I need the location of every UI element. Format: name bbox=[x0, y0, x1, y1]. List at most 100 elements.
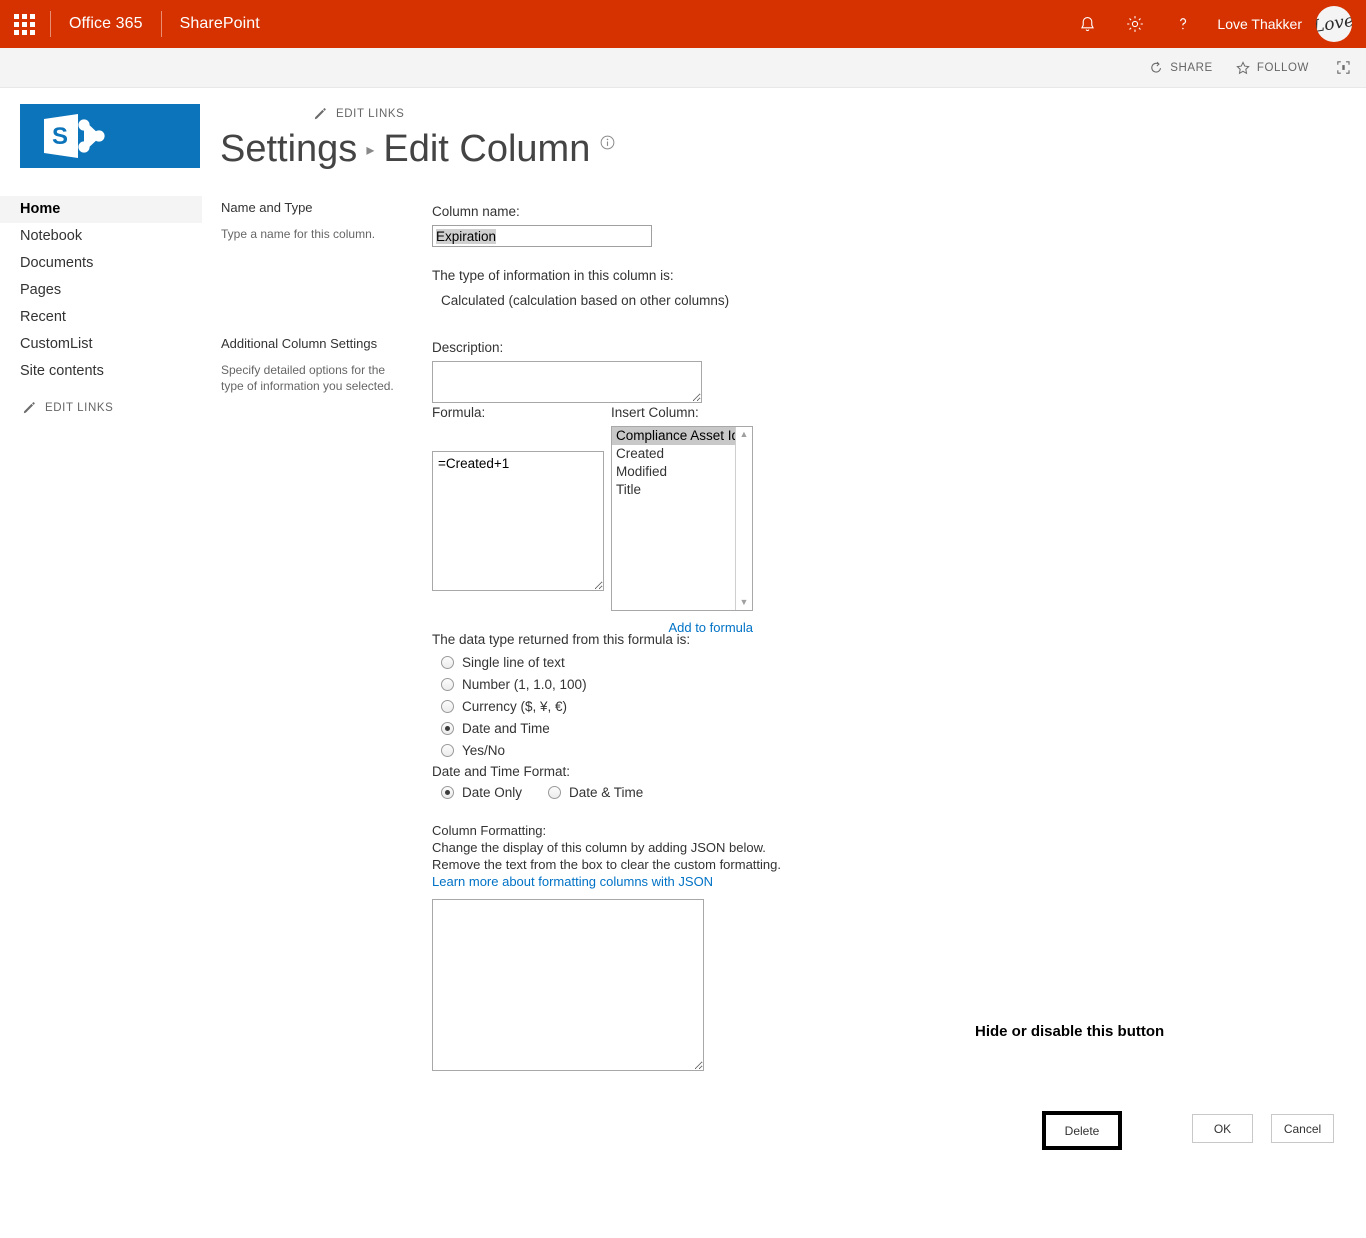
column-type-label: The type of information in this column i… bbox=[432, 268, 674, 283]
main-edit-links-label: EDIT LINKS bbox=[336, 108, 405, 120]
section-description: Type a name for this column. bbox=[221, 227, 376, 241]
list-item[interactable]: Title bbox=[612, 481, 735, 499]
insert-column-listbox[interactable]: Compliance Asset Id Created Modified Tit… bbox=[611, 426, 753, 611]
sharepoint-logo[interactable]: S bbox=[20, 104, 200, 168]
radio-icon bbox=[441, 677, 454, 691]
sharepoint-app-label[interactable]: SharePoint bbox=[164, 0, 276, 48]
breadcrumb-separator: ▸ bbox=[366, 142, 375, 159]
sidebar-edit-links-button[interactable]: EDIT LINKS bbox=[0, 401, 202, 415]
radio-currency[interactable]: Currency ($, ¥, €) bbox=[441, 695, 690, 717]
radio-label: Currency ($, ¥, €) bbox=[462, 698, 568, 714]
sidebar-item-pages[interactable]: Pages bbox=[0, 277, 202, 304]
radio-label: Date & Time bbox=[569, 784, 644, 800]
radio-label: Date Only bbox=[462, 784, 523, 800]
list-item[interactable]: Modified bbox=[612, 463, 735, 481]
share-icon bbox=[1151, 61, 1162, 73]
data-type-label: The data type returned from this formula… bbox=[432, 632, 691, 647]
radio-single-line-of-text[interactable]: Single line of text bbox=[441, 651, 690, 673]
breadcrumb-settings[interactable]: Settings bbox=[220, 130, 357, 168]
description-field-group: Description: bbox=[432, 340, 702, 403]
column-name-field-group: Column name: Expiration bbox=[432, 204, 652, 247]
listbox-scrollbar[interactable]: ▲ ▼ bbox=[735, 427, 752, 610]
date-format-label: Date and Time Format: bbox=[432, 764, 571, 779]
sidebar-item-notebook[interactable]: Notebook bbox=[0, 223, 202, 250]
radio-icon bbox=[441, 699, 454, 713]
svg-text:S: S bbox=[52, 123, 68, 150]
sidebar-item-documents[interactable]: Documents bbox=[0, 250, 202, 277]
main-content: EDIT LINKS Settings ▸ Edit Column bbox=[220, 104, 1320, 168]
list-item[interactable]: Created bbox=[612, 445, 735, 463]
insert-column-label: Insert Column: bbox=[611, 405, 699, 420]
radio-icon-selected bbox=[441, 785, 454, 799]
ok-button[interactable]: OK bbox=[1192, 1114, 1253, 1143]
data-type-group: The data type returned from this formula… bbox=[432, 632, 690, 761]
gear-icon[interactable] bbox=[1111, 0, 1159, 48]
delete-button[interactable]: Delete bbox=[1046, 1115, 1118, 1146]
sidebar-item-label: Site contents bbox=[20, 363, 104, 379]
suite-divider bbox=[50, 11, 51, 37]
formula-textarea[interactable] bbox=[432, 451, 604, 591]
follow-button[interactable]: FOLLOW bbox=[1235, 60, 1309, 76]
column-type-group: The type of information in this column i… bbox=[432, 268, 729, 308]
share-button[interactable]: SHARE bbox=[1149, 60, 1213, 75]
section-description: Specify detailed options for the type of… bbox=[221, 363, 394, 393]
sidebar-item-label: Pages bbox=[20, 282, 62, 298]
insert-column-options: Compliance Asset Id Created Modified Tit… bbox=[612, 427, 739, 610]
office-365-brand[interactable]: Office 365 bbox=[53, 0, 159, 48]
pencil-icon bbox=[314, 108, 326, 120]
radio-yes-no[interactable]: Yes/No bbox=[441, 739, 690, 761]
formula-field-group: Formula: bbox=[432, 405, 604, 591]
sidebar-item-label: Notebook bbox=[20, 228, 83, 244]
radio-number[interactable]: Number (1, 1.0, 100) bbox=[441, 673, 690, 695]
radio-label: Number (1, 1.0, 100) bbox=[462, 676, 587, 692]
annotation-text: Hide or disable this button bbox=[975, 1023, 1165, 1040]
formula-label: Formula: bbox=[432, 405, 486, 420]
description-textarea[interactable] bbox=[432, 361, 702, 403]
section-title: Name and Type bbox=[221, 200, 313, 215]
column-name-input[interactable]: Expiration bbox=[432, 225, 652, 247]
scroll-up-icon[interactable]: ▲ bbox=[740, 427, 749, 442]
date-format-group: Date and Time Format: Date Only Date & T… bbox=[432, 764, 643, 803]
column-name-value: Expiration bbox=[436, 229, 497, 244]
radio-label: Single line of text bbox=[462, 654, 565, 670]
column-formatting-line2: Remove the text from the box to clear th… bbox=[432, 857, 781, 872]
sidebar-item-label: Home bbox=[20, 201, 61, 217]
suite-divider-2 bbox=[160, 11, 162, 37]
section-additional-settings: Additional Column Settings Specify detai… bbox=[221, 336, 411, 394]
share-label: SHARE bbox=[1170, 61, 1213, 74]
column-type-value: Calculated (calculation based on other c… bbox=[441, 293, 730, 308]
page-title-text: Edit Column bbox=[383, 128, 591, 170]
list-item[interactable]: Compliance Asset Id bbox=[612, 427, 739, 445]
scroll-down-icon[interactable]: ▼ bbox=[740, 595, 749, 610]
column-formatting-learn-more-link[interactable]: Learn more about formatting columns with… bbox=[432, 874, 781, 889]
radio-date-only[interactable]: Date Only bbox=[441, 781, 522, 803]
star-icon bbox=[1236, 60, 1250, 74]
column-formatting-textarea[interactable] bbox=[432, 899, 704, 1071]
radio-date-and-time-format[interactable]: Date & Time bbox=[548, 781, 643, 803]
help-icon[interactable] bbox=[1159, 0, 1207, 48]
cancel-button[interactable]: Cancel bbox=[1271, 1114, 1334, 1143]
app-launcher-icon[interactable] bbox=[0, 0, 48, 48]
section-title: Additional Column Settings bbox=[221, 336, 378, 351]
site-navigation: Home Notebook Documents Pages Recent Cus… bbox=[0, 196, 202, 415]
radio-icon-selected bbox=[441, 721, 454, 735]
sidebar-item-label: CustomList bbox=[20, 336, 93, 352]
user-name[interactable]: Love Thakker bbox=[1207, 16, 1316, 32]
sidebar-item-site-contents[interactable]: Site contents bbox=[0, 358, 202, 385]
radio-label: Yes/No bbox=[462, 742, 506, 758]
sidebar-item-recent[interactable]: Recent bbox=[0, 304, 202, 331]
follow-label: FOLLOW bbox=[1256, 61, 1309, 74]
office-suite-bar: Office 365 SharePoint Love Thakker Love bbox=[0, 0, 1366, 48]
bell-icon[interactable] bbox=[1063, 0, 1111, 48]
sidebar-item-home[interactable]: Home bbox=[0, 196, 202, 223]
focus-on-content-button[interactable] bbox=[1335, 59, 1352, 76]
pencil-icon bbox=[23, 402, 35, 414]
info-icon[interactable] bbox=[599, 134, 616, 155]
sidebar-item-customlist[interactable]: CustomList bbox=[0, 331, 202, 358]
page-title: Settings ▸ Edit Column bbox=[220, 130, 1320, 168]
radio-date-and-time[interactable]: Date and Time bbox=[441, 717, 690, 739]
main-edit-links-button[interactable]: EDIT LINKS bbox=[313, 104, 1320, 124]
column-name-label: Column name: bbox=[432, 204, 520, 219]
avatar[interactable]: Love bbox=[1316, 6, 1352, 42]
insert-column-group: Insert Column: Compliance Asset Id Creat… bbox=[611, 405, 753, 635]
